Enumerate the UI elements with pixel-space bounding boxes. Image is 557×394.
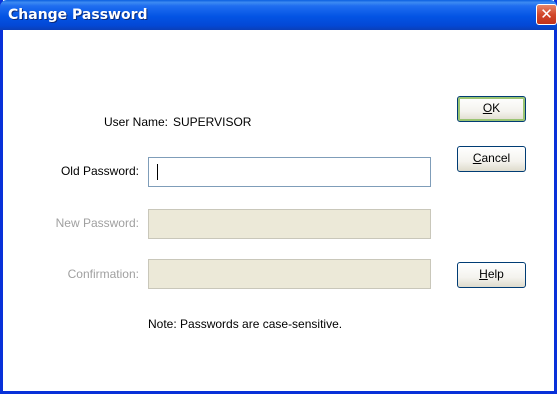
ok-button[interactable]: OK: [457, 96, 526, 122]
change-password-dialog: Change Password ✕ User Name: SUPERVISOR …: [0, 0, 557, 394]
case-sensitive-note: Note: Passwords are case-sensitive.: [148, 317, 343, 331]
cancel-label-rest: ancel: [481, 151, 511, 165]
new-password-label: New Password:: [55, 216, 139, 230]
help-label-rest: elp: [487, 267, 504, 281]
cancel-button[interactable]: Cancel: [457, 146, 526, 172]
old-password-label: Old Password:: [60, 164, 139, 178]
close-button[interactable]: ✕: [536, 4, 557, 25]
old-password-field[interactable]: [148, 157, 431, 187]
dialog-title: Change Password: [8, 7, 148, 23]
new-password-field[interactable]: [148, 209, 431, 239]
user-name-label: User Name:: [103, 115, 168, 129]
confirmation-label: Confirmation:: [67, 267, 139, 281]
close-icon: ✕: [540, 5, 553, 23]
user-name-value: SUPERVISOR: [173, 115, 252, 129]
text-caret: [157, 164, 158, 180]
ok-label-rest: K: [492, 101, 501, 115]
title-bar[interactable]: Change Password ✕: [0, 0, 557, 30]
help-button[interactable]: Help: [457, 262, 526, 288]
help-mnemonic: H: [479, 267, 488, 281]
ok-mnemonic: O: [482, 101, 493, 115]
confirmation-field[interactable]: [148, 259, 431, 289]
